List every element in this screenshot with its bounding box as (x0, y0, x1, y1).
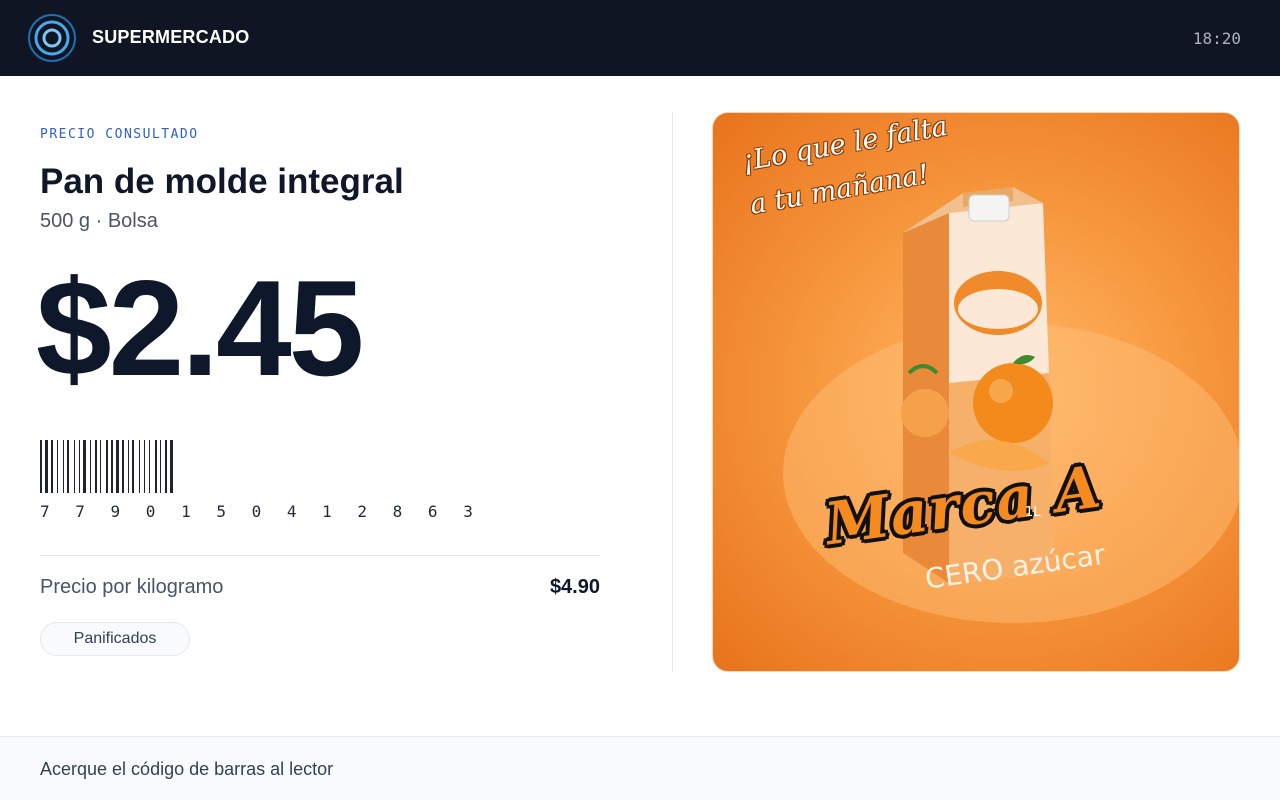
unit-price-label: Precio por kilogramo (40, 576, 224, 598)
price-panel: PRECIO CONSULTADO Pan de molde integral … (36, 112, 600, 672)
barcode-bar (40, 440, 42, 493)
unit-price-value: $4.90 (549, 576, 600, 598)
divider (40, 555, 600, 556)
barcode-bar (116, 440, 119, 493)
promo-banner: ¡Lo que le falta a tu mañana! Marca A 1L… (712, 112, 1240, 672)
clock: 18:20 (1192, 29, 1241, 48)
barcode-bar (63, 440, 64, 493)
barcode-bar (67, 440, 69, 493)
vertical-divider (672, 112, 673, 672)
product-price: $2.45 (36, 252, 364, 404)
footer: Acerque el código de barras al lector (0, 736, 1280, 800)
target-ring-icon (28, 14, 76, 62)
barcode-bar (144, 440, 145, 493)
barcode-bar (57, 440, 58, 493)
barcode-bar (170, 440, 173, 493)
barcode-bar (45, 440, 48, 493)
product-detail: 500 g · Bolsa (40, 210, 158, 232)
store-name: SUPERMERCADO (92, 27, 250, 47)
section-kicker: PRECIO CONSULTADO (40, 127, 199, 142)
barcode-bar (79, 440, 80, 493)
barcode-bar (83, 440, 86, 493)
barcode-bar (160, 440, 161, 493)
barcode-bar (90, 440, 91, 493)
category-chip: Panificados (40, 622, 190, 656)
barcode-bar (100, 440, 101, 493)
promo-size: 1L (1025, 505, 1041, 520)
barcode-bar (132, 440, 134, 493)
barcode-bar (165, 440, 167, 493)
barcode-bar (51, 440, 53, 493)
barcode-bar (74, 440, 75, 493)
top-bar: SUPERMERCADO 18:20 (0, 0, 1280, 76)
barcode-bar (128, 440, 129, 493)
barcode-bar (95, 440, 97, 493)
barcode-image (40, 440, 173, 493)
barcode-bar (111, 440, 113, 493)
barcode-number: 7 7 9 0 1 5 0 4 1 2 8 6 3 (40, 502, 481, 521)
barcode-bar (149, 440, 150, 493)
barcode-bar (122, 440, 124, 493)
barcode-bar (155, 440, 157, 493)
barcode-bar (106, 440, 108, 493)
barcode-bar (139, 440, 140, 493)
scan-instruction: Acerque el código de barras al lector (40, 759, 334, 779)
product-name: Pan de molde integral (40, 162, 404, 201)
